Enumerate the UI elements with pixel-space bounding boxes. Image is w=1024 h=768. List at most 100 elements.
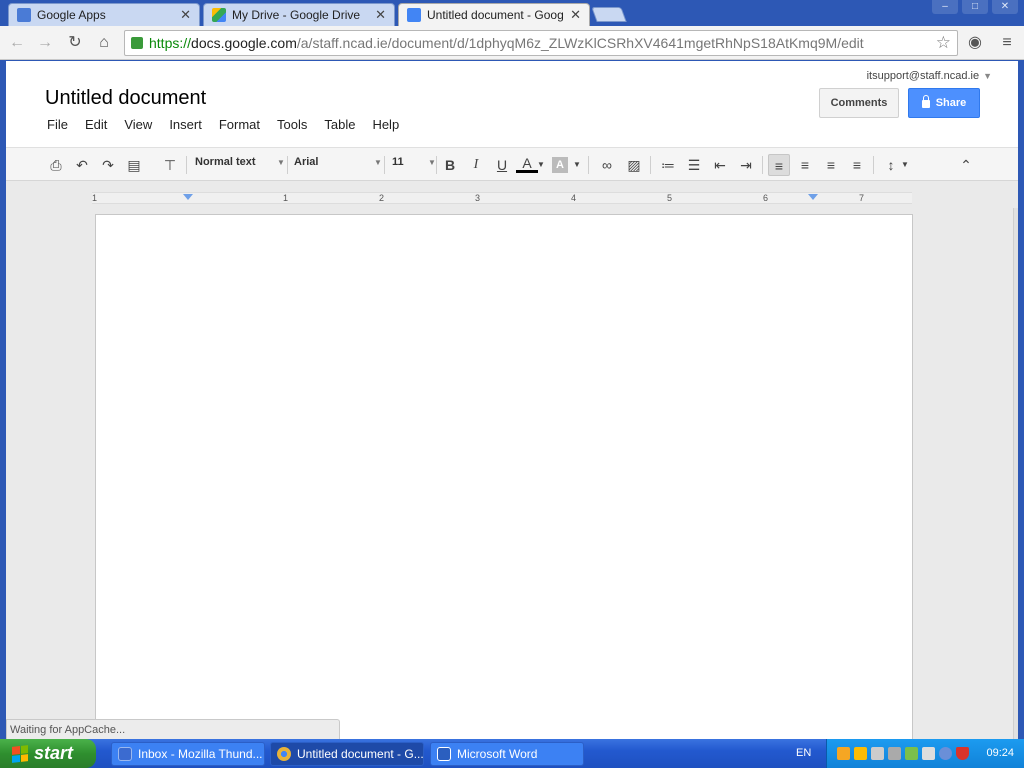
comments-button[interactable]: Comments xyxy=(819,88,899,118)
redo-icon[interactable]: ↷ xyxy=(97,154,119,176)
ruler-label: 1 xyxy=(283,193,289,203)
tab-google-apps[interactable]: Google Apps ✕ xyxy=(8,3,200,26)
link-icon[interactable]: ∞ xyxy=(596,154,618,176)
windows-flag-icon xyxy=(12,744,28,763)
tray-update-icon[interactable] xyxy=(939,747,952,760)
paint-format-icon[interactable]: ⊤ xyxy=(159,154,181,176)
tab-my-drive[interactable]: My Drive - Google Drive ✕ xyxy=(203,3,395,26)
chrome-menu-icon[interactable]: ≡ xyxy=(996,33,1018,53)
tab-title: My Drive - Google Drive xyxy=(232,8,361,22)
vertical-scrollbar[interactable] xyxy=(1013,208,1018,739)
align-center-icon[interactable]: ≡ xyxy=(794,154,816,176)
tray-network-icon[interactable] xyxy=(905,747,918,760)
task-title: Untitled document - G... xyxy=(297,747,424,761)
editing-toolbar: ⎙ ↶ ↷ ▤ ⊤ Normal text ▼ Arial ▼ 11 ▼ B I U … xyxy=(6,147,1018,181)
size-value: 11 xyxy=(392,156,404,168)
paragraph-style-select[interactable]: Normal text ▼ xyxy=(195,156,285,168)
ruler-label: 3 xyxy=(475,193,481,203)
forward-icon[interactable]: → xyxy=(34,33,56,53)
menu-tools[interactable]: Tools xyxy=(277,117,307,132)
language-indicator[interactable]: EN xyxy=(796,747,811,759)
menu-view[interactable]: View xyxy=(124,117,152,132)
browser-window: Google Apps ✕ My Drive - Google Drive ✕ … xyxy=(0,0,1024,739)
chevron-down-icon[interactable]: ▼ xyxy=(571,154,583,176)
menu-help[interactable]: Help xyxy=(372,117,399,132)
increase-indent-icon[interactable]: ⇥ xyxy=(735,154,757,176)
collapse-menus-icon[interactable]: ⌃ xyxy=(955,154,977,176)
close-tab-icon[interactable]: ✕ xyxy=(570,7,581,23)
tray-app-icon[interactable] xyxy=(837,747,850,760)
close-window-icon[interactable]: ✕ xyxy=(992,0,1018,14)
undo-icon[interactable]: ↶ xyxy=(71,154,93,176)
italic-icon[interactable]: I xyxy=(465,154,487,176)
address-bar[interactable]: https://docs.google.com/a/staff.ncad.ie/… xyxy=(124,30,958,56)
taskbar-item-chrome[interactable]: Untitled document - G... xyxy=(270,742,424,766)
chevron-down-icon[interactable]: ▼ xyxy=(535,154,547,176)
account-menu[interactable]: itsupport@staff.ncad.ie ▼ xyxy=(867,70,992,82)
bulleted-list-icon[interactable]: ☰ xyxy=(683,154,705,176)
tray-monitor-icon[interactable] xyxy=(922,747,935,760)
tray-tool-icon[interactable] xyxy=(871,747,884,760)
ruler-label: 7 xyxy=(859,193,865,203)
ruler-label: 6 xyxy=(763,193,769,203)
home-icon[interactable]: ⌂ xyxy=(93,33,115,53)
maximize-icon[interactable]: □ xyxy=(962,0,988,14)
windows-taskbar: start Inbox - Mozilla Thund... Untitled … xyxy=(0,739,1024,768)
toolbar-divider xyxy=(384,156,385,174)
minimize-icon[interactable]: – xyxy=(932,0,958,14)
highlight-color-icon[interactable]: A xyxy=(552,157,568,173)
bold-icon[interactable]: B xyxy=(439,154,461,176)
numbered-list-icon[interactable]: ≔ xyxy=(657,154,679,176)
taskbar-item-word[interactable]: Microsoft Word xyxy=(430,742,584,766)
align-right-icon[interactable]: ≡ xyxy=(820,154,842,176)
close-tab-icon[interactable]: ✕ xyxy=(375,7,386,23)
right-indent-marker[interactable] xyxy=(808,194,818,200)
toolbar-divider xyxy=(186,156,187,174)
menu-bar: File Edit View Insert Format Tools Table… xyxy=(47,117,416,132)
ssl-lock-icon xyxy=(131,37,143,49)
taskbar-item-thunderbird[interactable]: Inbox - Mozilla Thund... xyxy=(111,742,265,766)
task-title: Microsoft Word xyxy=(457,747,538,761)
security-shield-icon[interactable] xyxy=(956,747,969,760)
reload-icon[interactable]: ↻ xyxy=(64,33,86,53)
back-icon[interactable]: ← xyxy=(6,33,28,53)
paste-icon[interactable]: ▤ xyxy=(123,154,145,176)
ruler: 1 1 2 3 4 5 6 7 xyxy=(92,192,912,204)
style-value: Normal text xyxy=(195,156,256,168)
print-icon[interactable]: ⎙ xyxy=(45,154,67,176)
menu-format[interactable]: Format xyxy=(219,117,260,132)
new-tab-button[interactable] xyxy=(591,7,627,22)
start-button[interactable]: start xyxy=(0,739,96,768)
image-icon[interactable]: ▨ xyxy=(623,154,645,176)
task-title: Inbox - Mozilla Thund... xyxy=(138,747,263,761)
drive-sync-icon[interactable] xyxy=(854,747,867,760)
share-button[interactable]: Share xyxy=(908,88,980,118)
ruler-label: 1 xyxy=(92,193,98,203)
document-canvas[interactable] xyxy=(95,214,913,739)
tray-tool-icon[interactable] xyxy=(888,747,901,760)
font-value: Arial xyxy=(294,156,319,168)
chevron-down-icon: ▼ xyxy=(277,158,285,167)
menu-file[interactable]: File xyxy=(47,117,68,132)
tab-title: Untitled document - Google D xyxy=(427,8,564,22)
font-size-select[interactable]: 11 ▼ xyxy=(392,156,436,168)
docs-page: Untitled document itsupport@staff.ncad.i… xyxy=(6,61,1018,739)
font-select[interactable]: Arial ▼ xyxy=(294,156,382,168)
justify-icon[interactable]: ≡ xyxy=(846,154,868,176)
close-tab-icon[interactable]: ✕ xyxy=(180,7,191,23)
url-path: /a/staff.ncad.ie/document/d/1dphyqM6z_ZL… xyxy=(296,35,864,51)
tab-untitled-document[interactable]: Untitled document - Google D ✕ xyxy=(398,3,590,26)
menu-edit[interactable]: Edit xyxy=(85,117,107,132)
chrome-icon xyxy=(277,747,291,761)
document-title[interactable]: Untitled document xyxy=(45,87,206,110)
ruler-label: 2 xyxy=(379,193,385,203)
menu-table[interactable]: Table xyxy=(324,117,355,132)
chevron-down-icon[interactable]: ▼ xyxy=(899,154,911,176)
menu-insert[interactable]: Insert xyxy=(169,117,202,132)
decrease-indent-icon[interactable]: ⇤ xyxy=(709,154,731,176)
extension-eye-icon[interactable]: ◉ xyxy=(964,33,986,53)
bookmark-star-icon[interactable]: ☆ xyxy=(936,33,951,53)
underline-icon[interactable]: U xyxy=(491,154,513,176)
left-indent-marker[interactable] xyxy=(183,194,193,200)
align-left-icon[interactable]: ≡ xyxy=(768,154,790,176)
